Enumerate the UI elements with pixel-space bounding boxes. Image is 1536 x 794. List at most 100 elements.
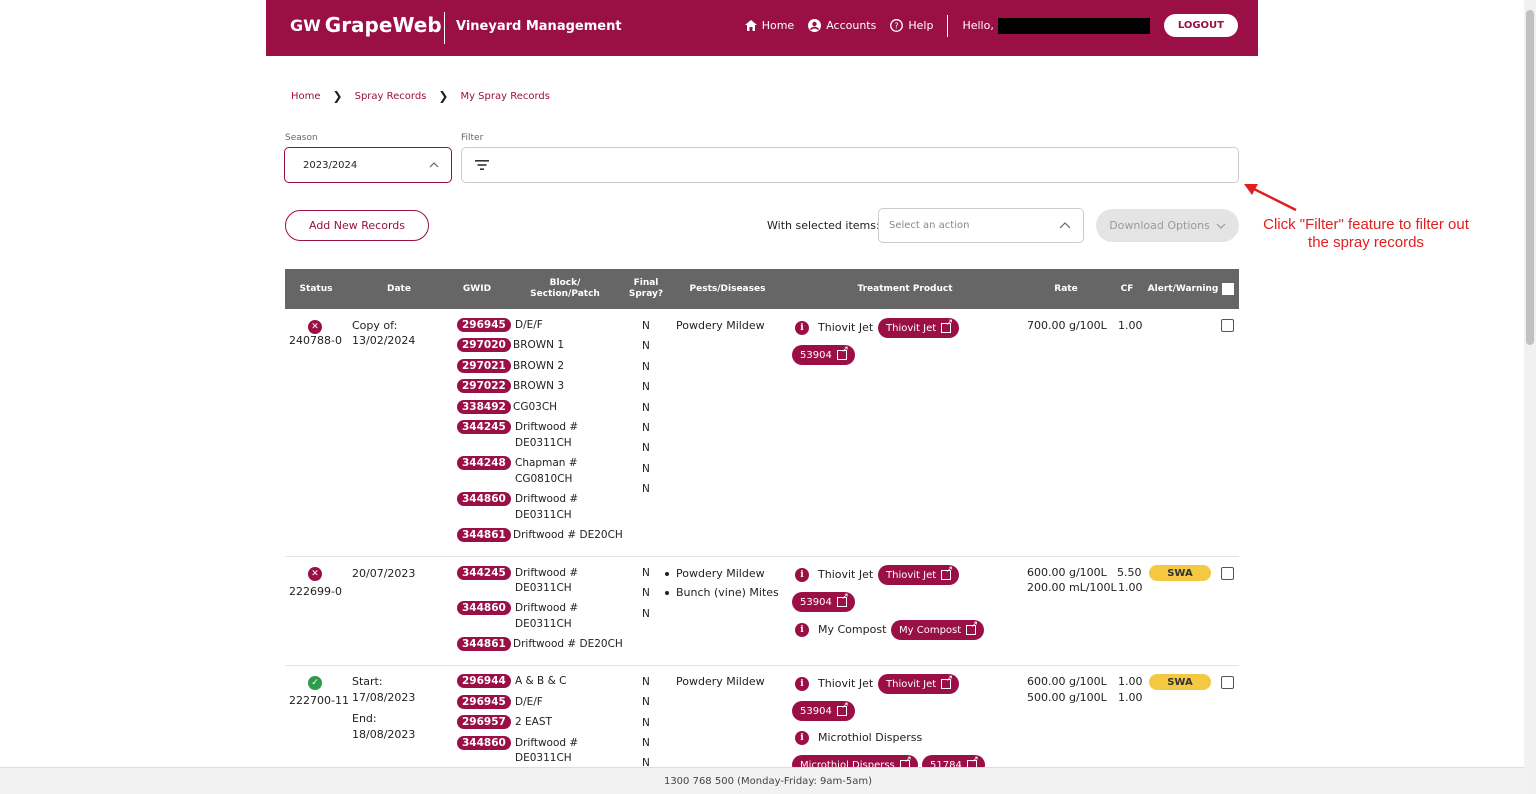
nav-accounts[interactable]: Accounts xyxy=(808,19,876,32)
info-icon[interactable]: i xyxy=(795,568,809,582)
add-new-records-button[interactable]: Add New Records xyxy=(285,210,429,241)
col-treatment[interactable]: Treatment Product xyxy=(845,269,965,309)
block-name: Driftwood # xyxy=(515,602,579,614)
product-code-button[interactable]: 53904 xyxy=(792,592,855,612)
rate-value: 500.00 g/100L xyxy=(1027,691,1107,704)
select-all-checkbox[interactable] xyxy=(1222,283,1234,295)
record-id[interactable]: 222699-0 xyxy=(289,584,342,599)
product-link-button[interactable]: Thiovit Jet xyxy=(878,565,960,585)
col-alert[interactable]: Alert/Warning xyxy=(1145,269,1221,309)
breadcrumb-home[interactable]: Home xyxy=(291,91,321,102)
gwid-badge[interactable]: 344861 xyxy=(457,528,511,542)
gwid-badge[interactable]: 296944 xyxy=(457,674,511,688)
col-date[interactable]: Date xyxy=(347,269,451,309)
nav-separator xyxy=(947,14,949,37)
chevron-up-icon xyxy=(429,162,439,168)
external-link-icon xyxy=(941,318,953,333)
gwid-badge[interactable]: 297021 xyxy=(457,359,511,373)
col-final-spray[interactable]: Final Spray? xyxy=(625,269,667,309)
product-code-label: 53904 xyxy=(800,349,832,361)
top-header: GW GrapeWeb Vineyard Management Home Acc… xyxy=(266,0,1258,56)
nav-home[interactable]: Home xyxy=(744,19,794,32)
col-rate[interactable]: Rate xyxy=(1045,269,1087,309)
info-icon[interactable]: i xyxy=(795,321,809,335)
nav-help[interactable]: ? Help xyxy=(890,19,933,32)
final-spray-value: N xyxy=(642,463,650,475)
gwid-badge[interactable]: 344245 xyxy=(457,420,511,434)
col-block[interactable]: Block/ Section/Patch xyxy=(520,269,610,309)
alert-badge[interactable]: SWA xyxy=(1149,565,1211,581)
final-spray-value: N xyxy=(642,422,650,434)
logout-button[interactable]: LOGOUT xyxy=(1163,14,1238,37)
product-code-button[interactable]: 53904 xyxy=(792,345,855,365)
final-spray-value: N xyxy=(642,696,650,708)
footer-phone: 1300 768 500 (Monday-Friday: 9am-5am) xyxy=(663,775,873,787)
col-pests[interactable]: Pests/Diseases xyxy=(680,269,775,309)
product-link-button[interactable]: My Compost xyxy=(891,620,985,640)
gwid-badge[interactable]: 344860 xyxy=(457,601,511,615)
gwid-badge[interactable]: 344861 xyxy=(457,637,511,651)
row-divider xyxy=(285,665,1239,666)
logo-mark: GW xyxy=(290,15,321,35)
gwid-badge[interactable]: 344245 xyxy=(457,566,511,580)
chevron-down-icon xyxy=(1216,223,1226,229)
bulk-action-placeholder: Select an action xyxy=(889,220,970,231)
rate-value: 700.00 g/100L xyxy=(1027,319,1107,332)
product-link-button[interactable]: Thiovit Jet xyxy=(878,318,960,338)
info-icon[interactable]: i xyxy=(795,623,809,637)
product-link-button[interactable]: Thiovit Jet xyxy=(878,674,960,694)
date-line: Start: xyxy=(352,675,383,688)
alert-badge[interactable]: SWA xyxy=(1149,674,1211,690)
gwid-badge[interactable]: 296945 xyxy=(457,318,511,332)
season-label: Season xyxy=(285,133,318,143)
pest-name: Bunch (vine) Mites xyxy=(676,586,779,599)
gwid-badge[interactable]: 296957 xyxy=(457,715,511,729)
bullet xyxy=(665,591,669,595)
scrollbar-thumb[interactable] xyxy=(1526,10,1534,345)
date-line: 20/07/2023 xyxy=(352,567,416,580)
block-name: D/E/F xyxy=(515,319,543,331)
block-name: D/E/F xyxy=(515,696,543,708)
download-options-button[interactable]: Download Options xyxy=(1096,209,1239,242)
block-name: BROWN 3 xyxy=(513,380,565,392)
gwid-badge[interactable]: 344860 xyxy=(457,492,511,506)
filter-icon[interactable] xyxy=(474,159,490,171)
record-id[interactable]: 222700-11 xyxy=(289,693,349,708)
external-link-icon xyxy=(836,345,849,360)
gwid-badge[interactable]: 344860 xyxy=(457,736,511,750)
col-cf[interactable]: CF xyxy=(1117,269,1137,309)
gwid-badge[interactable]: 297020 xyxy=(457,338,511,352)
gwid-badge[interactable]: 296945 xyxy=(457,695,511,709)
row-checkbox[interactable] xyxy=(1221,676,1234,689)
top-nav: Home Accounts ? Help Hello, LOGOUT xyxy=(744,14,1238,37)
date-line: End: xyxy=(352,712,377,725)
row-checkbox[interactable] xyxy=(1221,567,1234,580)
gwid-badge[interactable]: 297022 xyxy=(457,379,511,393)
info-icon[interactable]: i xyxy=(795,677,809,691)
status-complete-icon: ✓ xyxy=(308,676,322,690)
breadcrumb-spray-records[interactable]: Spray Records xyxy=(355,91,427,102)
record-id[interactable]: 240788-0 xyxy=(289,333,342,348)
annotation-text: Click "Filter" feature to filter out the… xyxy=(1263,216,1469,251)
cf-value: 1.00 xyxy=(1118,581,1143,594)
col-gwid[interactable]: GWID xyxy=(451,269,503,309)
gwid-badge[interactable]: 338492 xyxy=(457,400,511,414)
row-checkbox[interactable] xyxy=(1221,319,1234,332)
user-greeting: Hello, xyxy=(962,17,1150,34)
bulk-action-select[interactable]: Select an action xyxy=(878,208,1084,243)
filter-input[interactable] xyxy=(461,147,1239,183)
col-status[interactable]: Status xyxy=(285,269,347,309)
product-code-label: 53904 xyxy=(800,705,832,717)
redacted-username xyxy=(997,17,1150,34)
breadcrumb-my-spray-records[interactable]: My Spray Records xyxy=(460,91,550,102)
product-code-button[interactable]: 53904 xyxy=(792,701,855,721)
block-name: Driftwood # DE20CH xyxy=(513,529,623,541)
final-spray-value: N xyxy=(642,442,650,454)
info-icon[interactable]: i xyxy=(795,731,809,745)
season-select[interactable]: 2023/2024 xyxy=(284,147,452,183)
logo-divider xyxy=(444,12,445,44)
logo[interactable]: GW GrapeWeb xyxy=(290,13,442,37)
block-name: Driftwood # xyxy=(515,493,579,505)
gwid-badge[interactable]: 344248 xyxy=(457,456,511,470)
page-scrollbar[interactable] xyxy=(1524,0,1536,794)
